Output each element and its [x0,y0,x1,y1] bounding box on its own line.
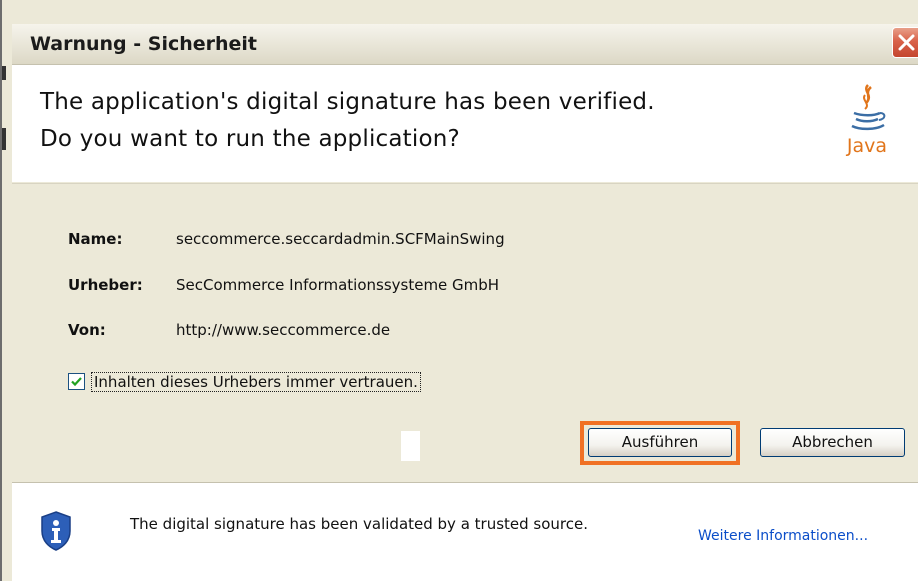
blank-artifact [401,431,420,461]
name-value: seccommerce.seccardadmin.SCFMainSwing [176,230,505,248]
validation-message: The digital signature has been validated… [130,515,589,533]
publisher-value: SecCommerce Informationssysteme GmbH [176,276,500,294]
title-bar[interactable]: Warnung - Sicherheit [12,24,918,65]
close-icon [898,34,915,51]
publisher-label: Urheber: [68,276,143,294]
window-title: Warnung - Sicherheit [30,33,258,55]
trust-publisher-label[interactable]: Inhalten dieses Urhebers immer vertrauen… [91,372,421,392]
header-message-line1: The application's digital signature has … [40,89,655,115]
checkmark-icon [71,377,82,387]
dialog-header: The application's digital signature has … [12,65,918,182]
dialog-footer: The digital signature has been validated… [12,482,918,582]
java-logo-text: Java [846,135,888,157]
java-logo: Java [844,81,890,167]
dialog-body: Name: seccommerce.seccardadmin.SCFMainSw… [12,183,918,482]
left-edge-mark [2,66,6,80]
shield-info-icon [40,511,72,551]
java-cup-icon [851,84,886,131]
close-button[interactable] [892,27,918,58]
from-value: http://www.seccommerce.de [176,321,391,339]
cancel-button[interactable]: Abbrechen [760,428,905,457]
header-message-line2: Do you want to run the application? [40,126,460,152]
run-button[interactable]: Ausführen [588,428,732,457]
name-label: Name: [68,230,123,248]
from-label: Von: [68,321,106,339]
left-edge-mark [2,128,6,150]
trust-publisher-checkbox[interactable] [68,373,85,390]
security-warning-dialog: Warnung - Sicherheit The application's d… [0,0,918,582]
more-info-link[interactable]: Weitere Informationen... [698,528,868,544]
